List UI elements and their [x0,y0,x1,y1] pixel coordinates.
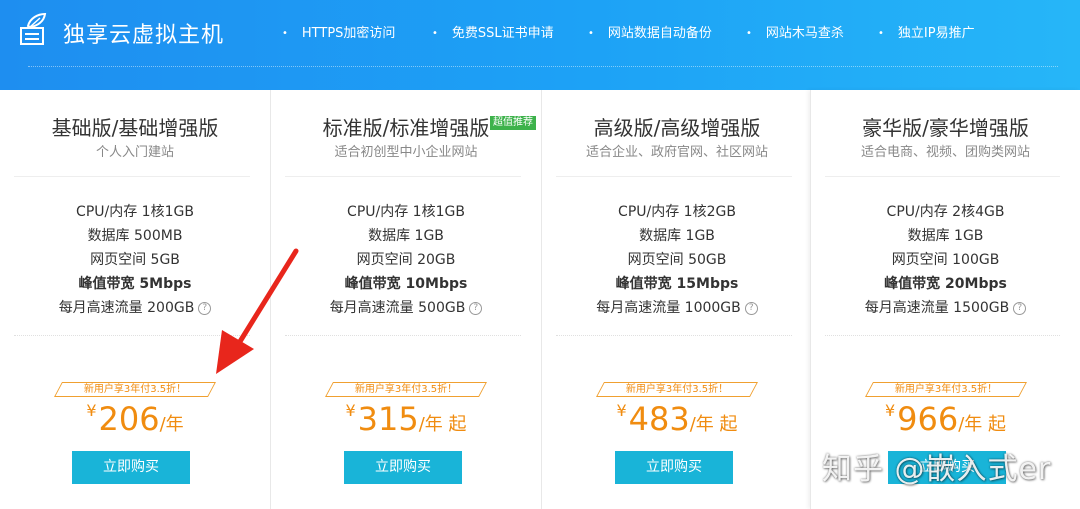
promo-text: 新用户享3年付3.5折！ [894,384,998,395]
price: ¥206/年 [0,400,270,438]
help-icon[interactable]: ? [198,301,212,315]
spec-traffic-row: 每月高速流量 200GB? [0,298,270,322]
spec-webspace: 网页空间 5GB [90,252,180,268]
divider [14,335,250,336]
plan-name: 高级版/高级增强版 [593,116,761,140]
spec-traffic: 每月高速流量 500GB [329,300,466,316]
spec-bandwidth: 峰值带宽 20Mbps [884,276,1007,292]
divider [825,176,1060,177]
promo-text: 新用户享3年付3.5折！ [625,384,729,395]
price-unit: /年 起 [418,414,467,435]
feature-item: 网站数据自动备份 [588,22,712,41]
spec-cpu: CPU/内存 2核4GB [886,204,1005,220]
spec-database: 数据库 500MB [87,228,183,244]
plan-subtitle: 适合初创型中小企业网站 [334,145,478,160]
feature-item: HTTPS加密访问 [282,22,396,41]
price-value: 966 [897,400,959,438]
recommend-badge: 超值推荐 [490,116,536,130]
divider [285,176,521,177]
spec-traffic: 每月高速流量 1000GB [596,300,741,316]
spec-traffic-row: 每月高速流量 1000GB? [542,298,812,322]
price: ¥315/年 起 [271,400,541,438]
spec-traffic: 每月高速流量 1500GB [864,300,1010,316]
plan-card-advanced: 高级版/高级增强版 适合企业、政府官网、社区网站 CPU/内存 1核2GB 数据… [542,90,813,509]
spec-traffic-row: 每月高速流量 500GB? [271,298,541,322]
price-value: 483 [628,400,690,438]
spec-bandwidth: 峰值带宽 15Mbps [615,276,739,292]
buy-button[interactable]: 立即购买 [72,451,190,484]
plan-specs: CPU/内存 1核2GB 数据库 1GB 网页空间 50GB 峰值带宽 15Mb… [542,202,812,322]
spec-cpu: CPU/内存 1核1GB [76,204,194,220]
plan-specs: CPU/内存 1核1GB 数据库 1GB 网页空间 20GB 峰值带宽 10Mb… [271,202,541,322]
help-icon[interactable]: ? [744,301,758,315]
plan-subtitle: 适合企业、政府官网、社区网站 [585,145,768,160]
price-value: 206 [98,400,160,438]
header-banner: 独享云虚拟主机 HTTPS加密访问 免费SSL证书申请 网站数据自动备份 网站木… [0,0,1080,90]
spec-bandwidth: 峰值带宽 5Mbps [78,276,192,292]
price: ¥483/年 起 [542,400,812,438]
page-title: 独享云虚拟主机 [63,23,225,48]
help-icon[interactable]: ? [469,301,483,315]
price-unit: /年 起 [689,414,738,435]
spec-cpu: CPU/内存 1核1GB [347,204,465,220]
divider [556,176,792,177]
spec-webspace: 网页空间 50GB [627,252,727,268]
feature-item: 免费SSL证书申请 [432,22,554,41]
plan-specs: CPU/内存 2核4GB 数据库 1GB 网页空间 100GB 峰值带宽 20M… [811,202,1080,322]
price-unit: /年 [159,414,184,435]
promo-text: 新用户享3年付3.5折！ [83,384,187,395]
buy-button[interactable]: 立即购买 [615,451,733,484]
plan-subtitle: 适合电商、视频、团购类网站 [860,145,1030,160]
spec-database: 数据库 1GB [639,228,715,244]
plan-name: 基础版/基础增强版 [51,116,219,140]
divider [285,335,521,336]
header-divider [28,66,1058,67]
feature-item: 独立IP易推广 [878,22,975,41]
currency-symbol: ¥ [616,401,627,420]
divider [14,176,250,177]
divider [556,335,792,336]
plan-card-standard: 标准版/标准增强版 超值推荐 适合初创型中小企业网站 CPU/内存 1核1GB … [271,90,542,509]
watermark: 知乎 @嵌入式er [822,452,1052,487]
promo-text: 新用户享3年付3.5折！ [354,384,458,395]
spec-cpu: CPU/内存 1核2GB [618,204,736,220]
spec-webspace: 网页空间 100GB [891,252,1000,268]
document-pen-icon [20,12,47,45]
currency-symbol: ¥ [86,401,97,420]
spec-traffic-row: 每月高速流量 1500GB? [811,298,1080,322]
spec-bandwidth: 峰值带宽 10Mbps [344,276,468,292]
feature-item: 网站木马查杀 [746,22,844,41]
plan-name: 豪华版/豪华增强版 [862,116,1029,140]
price-unit: /年 起 [958,414,1007,435]
divider [825,335,1060,336]
currency-symbol: ¥ [345,401,356,420]
spec-traffic: 每月高速流量 200GB [58,300,195,316]
price-value: 315 [357,400,419,438]
plan-specs: CPU/内存 1核1GB 数据库 500MB 网页空间 5GB 峰值带宽 5Mb… [0,202,270,322]
price: ¥966/年 起 [811,400,1080,438]
plan-subtitle: 个人入门建站 [95,145,174,160]
plan-card-basic: 基础版/基础增强版 个人入门建站 CPU/内存 1核1GB 数据库 500MB … [0,90,271,509]
spec-database: 数据库 1GB [368,228,444,244]
spec-database: 数据库 1GB [907,228,984,244]
help-icon[interactable]: ? [1013,301,1027,315]
currency-symbol: ¥ [884,401,896,420]
buy-button[interactable]: 立即购买 [344,451,462,484]
spec-webspace: 网页空间 20GB [356,252,456,268]
